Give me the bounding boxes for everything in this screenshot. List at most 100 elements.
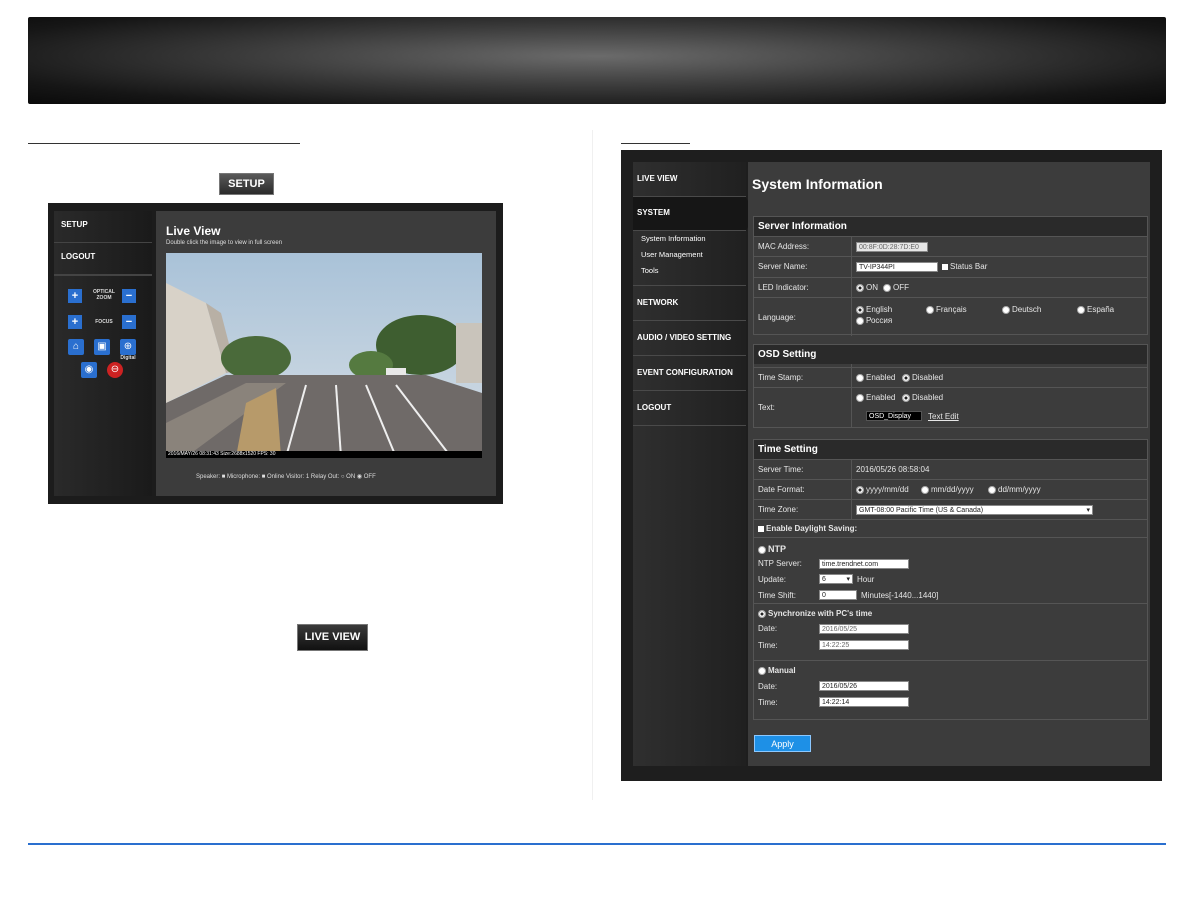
time-shift-field[interactable]: 0 <box>819 590 857 600</box>
daylight-saving-checkbox[interactable]: Enable Daylight Saving: <box>758 524 857 533</box>
status-bar-checkbox[interactable]: Status Bar <box>942 262 987 271</box>
header-banner <box>28 17 1166 104</box>
column-divider <box>592 130 593 800</box>
manual-time-label: Time: <box>758 698 778 707</box>
nav-network[interactable]: NETWORK <box>633 286 746 321</box>
mac-address-field: 00:8F:0D:28:7D:E0 <box>856 242 928 252</box>
system-sidebar: LIVE VIEW SYSTEM System Information User… <box>633 162 746 766</box>
led-off-radio[interactable]: OFF <box>883 283 909 292</box>
focus-label: FOCUS <box>95 319 113 325</box>
footer-rule <box>28 843 1166 845</box>
daylight-saving-label: Enable Daylight Saving: <box>766 524 858 533</box>
sync-time-field: 14:22:25 <box>819 640 909 650</box>
apply-button[interactable]: Apply <box>754 735 811 752</box>
language-german-radio[interactable]: Deutsch <box>1002 305 1041 314</box>
format-mdy-label: mm/dd/yyyy <box>931 485 974 494</box>
nav-logout[interactable]: LOGOUT <box>633 391 746 426</box>
digital-zoom-icon[interactable]: ⊕ <box>120 339 136 355</box>
format-dmy-label: dd/mm/yyyy <box>998 485 1041 494</box>
language-spanish-radio[interactable]: España <box>1077 305 1114 314</box>
system-main: System Information Server Information MA… <box>748 162 1150 766</box>
ntp-block: NTP NTP Server: time.trendnet.com Update… <box>754 537 1147 604</box>
zoom-out-button[interactable]: − <box>122 289 136 303</box>
format-mdy-radio[interactable]: mm/dd/yyyy <box>921 485 974 494</box>
language-label: Language: <box>758 313 796 322</box>
subnav-user-management[interactable]: User Management <box>641 250 703 259</box>
checkbox-icon <box>942 263 948 270</box>
disabled-label: Disabled <box>912 373 944 382</box>
server-time-label: Server Time: <box>758 465 804 474</box>
fit-screen-icon[interactable]: ▣ <box>94 339 110 355</box>
home-icon[interactable]: ⌂ <box>68 339 84 355</box>
sync-date-label: Date: <box>758 624 778 633</box>
focus-near-button[interactable]: + <box>68 315 82 329</box>
nav-live-view[interactable]: LIVE VIEW <box>633 162 746 197</box>
language-row: Language: English Français Deutsch Españ… <box>754 297 1147 336</box>
focus-far-button[interactable]: − <box>122 315 136 329</box>
language-english-radio[interactable]: English <box>856 305 892 314</box>
right-heading-rule <box>621 143 690 144</box>
led-on-radio[interactable]: ON <box>856 283 878 292</box>
ntp-label: NTP <box>768 544 786 554</box>
sync-pc-label: Synchronize with PC's time <box>768 609 873 618</box>
subnav-system-information[interactable]: System Information <box>641 234 706 243</box>
date-format-row: Date Format: yyyy/mm/dd mm/dd/yyyy dd/mm… <box>754 479 1147 500</box>
language-russian-radio[interactable]: Россия <box>856 316 892 325</box>
time-stamp-enabled-radio[interactable]: Enabled <box>856 373 895 382</box>
subnav-divider <box>633 276 746 286</box>
osd-setting-section: OSD Setting Time Stamp: Enabled Disabled… <box>753 344 1148 428</box>
enabled-label: Enabled <box>866 373 896 382</box>
sidebar-item-logout[interactable]: LOGOUT <box>54 243 152 275</box>
server-name-field[interactable]: TV-IP344PI <box>856 262 938 272</box>
manual-date-field[interactable]: 2016/05/26 <box>819 681 909 691</box>
text-disabled-radio[interactable]: Disabled <box>902 393 943 402</box>
mac-label: MAC Address: <box>758 242 810 251</box>
ntp-radio[interactable]: NTP <box>758 544 786 554</box>
manual-radio[interactable]: Manual <box>758 666 796 675</box>
text-enabled-radio[interactable]: Enabled <box>856 393 895 402</box>
parking-lot-image <box>166 253 482 457</box>
sidebar-spacer <box>54 275 152 276</box>
nav-event-configuration[interactable]: EVENT CONFIGURATION <box>633 356 746 391</box>
language-french-radio[interactable]: Français <box>926 305 967 314</box>
time-stamp-row: Time Stamp: Enabled Disabled <box>754 367 1147 388</box>
text-edit-link[interactable]: Text Edit <box>928 412 959 421</box>
update-label: Update: <box>758 575 787 584</box>
live-view-main: Live View Double click the image to view… <box>156 211 496 496</box>
sidebar-item-setup[interactable]: SETUP <box>54 211 152 243</box>
section-heading: Server Information <box>754 217 1147 236</box>
time-zone-value: GMT-08:00 Pacific Time (US & Canada) <box>859 507 984 514</box>
snapshot-icon[interactable]: ◉ <box>81 362 97 378</box>
ntp-server-field[interactable]: time.trendnet.com <box>819 559 909 569</box>
server-name-label: Server Name: <box>758 262 808 271</box>
led-label: LED Indicator: <box>758 283 809 292</box>
page-title: System Information <box>752 176 883 192</box>
sync-time-label: Time: <box>758 641 778 650</box>
nav-audio-video-setting[interactable]: AUDIO / VIDEO SETTING <box>633 321 746 356</box>
update-select[interactable]: 6 ▾ <box>819 574 853 584</box>
video-overlay-bar: 2016/MAY/26 08:31:43 Size:2688x1520 FPS:… <box>166 451 482 458</box>
manual-time-field[interactable]: 14:22:14 <box>819 697 909 707</box>
format-dmy-radio[interactable]: dd/mm/yyyy <box>988 485 1041 494</box>
zoom-in-button[interactable]: + <box>68 289 82 303</box>
sync-pc-radio[interactable]: Synchronize with PC's time <box>758 609 872 618</box>
nav-system[interactable]: SYSTEM <box>633 197 746 231</box>
record-stop-icon[interactable]: ⊖ <box>107 362 123 378</box>
time-zone-select[interactable]: GMT-08:00 Pacific Time (US & Canada) ▾ <box>856 505 1093 515</box>
camera-video-feed[interactable] <box>166 253 482 457</box>
format-ymd-radio[interactable]: yyyy/mm/dd <box>856 485 909 494</box>
lang-french: Français <box>936 305 967 314</box>
system-information-screenshot: LIVE VIEW SYSTEM System Information User… <box>621 150 1162 781</box>
time-stamp-disabled-radio[interactable]: Disabled <box>902 373 943 382</box>
section-heading: OSD Setting <box>754 345 1147 364</box>
lang-spanish: España <box>1087 305 1115 314</box>
osd-text-field[interactable]: OSD_Display <box>866 411 922 421</box>
update-value: 6 <box>822 576 826 583</box>
subnav-tools[interactable]: Tools <box>641 266 659 275</box>
osd-text-row: Text: Enabled Disabled OSD_Display Text … <box>754 387 1147 429</box>
setup-button[interactable]: SETUP <box>219 173 274 195</box>
live-view-button[interactable]: LIVE VIEW <box>297 624 368 651</box>
checkbox-icon <box>758 525 764 532</box>
time-setting-section: Time Setting Server Time: 2016/05/26 08:… <box>753 439 1148 720</box>
server-information-section: Server Information MAC Address: 00:8F:0D… <box>753 216 1148 336</box>
